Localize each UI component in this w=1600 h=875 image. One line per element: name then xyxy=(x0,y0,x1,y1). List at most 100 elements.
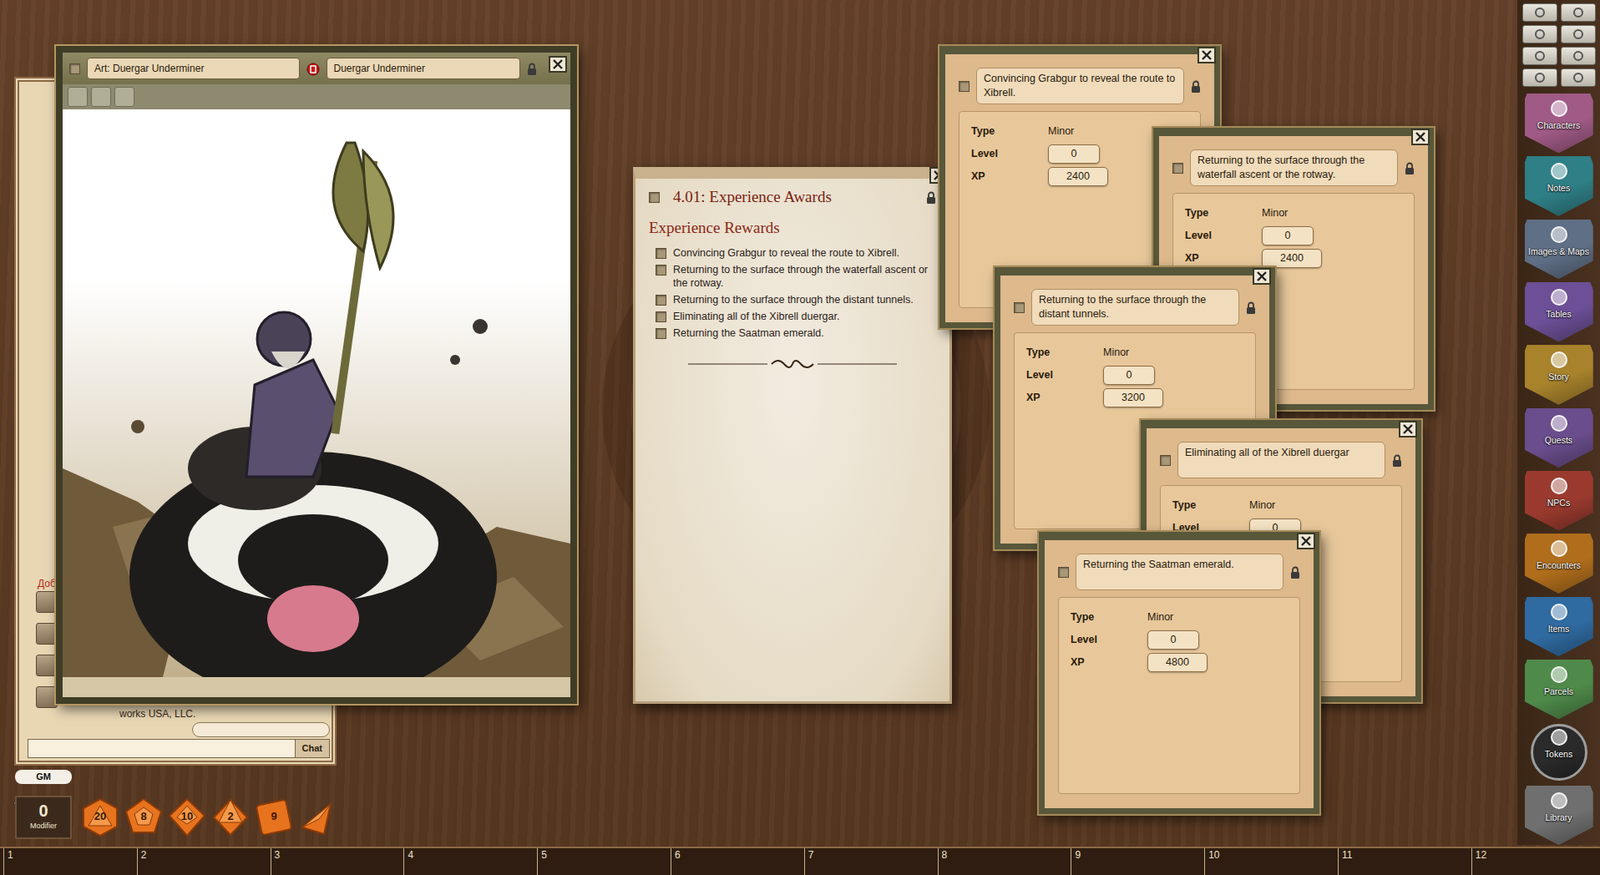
close-button[interactable] xyxy=(1197,46,1216,64)
sidebar-button[interactable]: Story xyxy=(1524,344,1594,405)
lock-icon[interactable] xyxy=(1404,157,1415,178)
tool-button-icon[interactable] xyxy=(1560,25,1596,44)
checkbox[interactable] xyxy=(1013,302,1025,314)
quest-window[interactable]: Returning the Saatman emerald.TypeMinorL… xyxy=(1038,531,1320,815)
tool-button-icon[interactable] xyxy=(1522,46,1558,66)
sidebar-button[interactable]: Images & Maps xyxy=(1524,219,1594,279)
xp-field[interactable]: 3200 xyxy=(1103,388,1164,408)
quest-title[interactable]: Returning to the surface through the wat… xyxy=(1189,149,1398,187)
close-button[interactable] xyxy=(1296,532,1316,550)
level-field[interactable]: 0 xyxy=(1048,144,1100,164)
sidebar-button[interactable]: Library xyxy=(1524,785,1594,846)
ruler-tick: 1 xyxy=(3,848,14,875)
close-button[interactable] xyxy=(1411,128,1430,146)
sidebar-button[interactable]: Tables xyxy=(1524,282,1594,342)
sidebar-button[interactable]: NPCs xyxy=(1524,470,1594,531)
link-icon[interactable] xyxy=(306,58,320,79)
sidebar-label: Story xyxy=(1524,371,1594,382)
quest-title[interactable]: Convincing Grabgur to reveal the route t… xyxy=(976,67,1185,105)
field-label: Level xyxy=(1026,367,1104,384)
xp-field[interactable]: 2400 xyxy=(1261,248,1322,269)
lock-icon[interactable] xyxy=(1245,297,1256,318)
chat-entry-icon[interactable] xyxy=(35,654,58,677)
lock-icon[interactable] xyxy=(1392,450,1403,471)
sidebar-button[interactable]: Tokens xyxy=(1524,722,1594,782)
die-face: 20 xyxy=(80,808,121,826)
close-button[interactable] xyxy=(1252,268,1271,285)
gm-label: GM xyxy=(15,769,72,785)
quest-title[interactable]: Returning to the surface through the dis… xyxy=(1031,288,1240,326)
reward-item[interactable]: Returning the Saatman emerald. xyxy=(655,326,930,340)
checkbox[interactable] xyxy=(648,192,660,203)
image-title-field[interactable]: Art: Duergar Underminer xyxy=(86,57,300,80)
chat-send-button[interactable]: Chat xyxy=(294,739,330,758)
modifier-box[interactable]: 0Modifier xyxy=(15,795,72,840)
quest-field-row: Level0 xyxy=(1184,224,1403,248)
xp-field[interactable]: 4800 xyxy=(1147,653,1208,673)
chat-entry-icon[interactable] xyxy=(35,591,58,613)
eraser-icon[interactable] xyxy=(114,86,135,107)
checkbox[interactable] xyxy=(958,81,970,92)
lock-icon[interactable] xyxy=(926,187,937,208)
art-illustration xyxy=(62,109,571,678)
die-d8-icon[interactable]: 2 xyxy=(210,797,251,838)
die-d6-icon[interactable]: 9 xyxy=(253,797,294,838)
checkbox[interactable] xyxy=(1058,567,1069,578)
tool-button-icon[interactable] xyxy=(1560,46,1596,66)
level-field[interactable]: 0 xyxy=(1261,226,1314,246)
reward-item[interactable]: Convincing Grabgur to reveal the route t… xyxy=(655,246,930,260)
tool-button-icon[interactable] xyxy=(1522,68,1558,87)
chat-entry-icon[interactable] xyxy=(35,686,58,709)
die-d10-icon[interactable]: 10 xyxy=(167,797,208,838)
tool-button-icon[interactable] xyxy=(1560,68,1596,87)
chat-entry-icon[interactable] xyxy=(35,622,58,645)
quest-title[interactable]: Returning the Saatman emerald. xyxy=(1075,553,1284,591)
reward-item[interactable]: Returning to the surface through the dis… xyxy=(655,293,930,307)
field-label: XP xyxy=(971,168,1049,185)
level-field[interactable]: 0 xyxy=(1103,365,1155,385)
mask-icon[interactable] xyxy=(67,86,88,107)
lock-icon[interactable] xyxy=(526,58,537,79)
field-label: XP xyxy=(1026,389,1104,406)
sidebar-button[interactable]: Characters xyxy=(1524,93,1594,153)
tool-button-icon[interactable] xyxy=(1522,25,1558,44)
tool-button-icon[interactable] xyxy=(1560,3,1596,22)
die-d20-icon[interactable]: 20 xyxy=(80,797,121,838)
reward-item[interactable]: Returning to the surface through the wat… xyxy=(655,263,930,290)
chat-mode-dropdown[interactable] xyxy=(192,722,330,738)
sidebar-button[interactable]: Quests xyxy=(1524,408,1594,468)
checkbox[interactable] xyxy=(655,248,667,259)
tool-button-icon[interactable] xyxy=(1522,3,1558,22)
sidebar-label: Images & Maps xyxy=(1524,246,1594,257)
image-window[interactable]: Art: Duergar Underminer Duergar Undermine… xyxy=(55,45,578,704)
reward-item[interactable]: Eliminating all of the Xibrell duergar. xyxy=(655,309,930,324)
sidebar-button[interactable]: Encounters xyxy=(1524,533,1594,593)
checkbox[interactable] xyxy=(1159,455,1171,466)
die-d12-icon[interactable]: 8 xyxy=(123,797,164,838)
close-button[interactable] xyxy=(548,55,568,73)
checkbox[interactable] xyxy=(655,328,667,340)
sidebar-button[interactable]: Parcels xyxy=(1524,659,1594,719)
reward-list: Convincing Grabgur to reveal the route t… xyxy=(635,246,950,340)
lock-icon[interactable] xyxy=(1190,75,1201,97)
die-d4-icon[interactable] xyxy=(297,797,338,838)
image-link-field[interactable]: Duergar Underminer xyxy=(326,57,522,80)
checkbox[interactable] xyxy=(69,63,81,75)
sidebar-button[interactable]: Notes xyxy=(1524,156,1594,216)
pencil-icon[interactable] xyxy=(91,86,112,107)
reward-text: Returning the Saatman emerald. xyxy=(673,326,825,340)
quest-field-row: TypeMinor xyxy=(1172,494,1390,517)
checkbox[interactable] xyxy=(655,264,667,276)
checkbox[interactable] xyxy=(655,294,667,306)
checkbox[interactable] xyxy=(655,311,667,323)
quest-title[interactable]: Eliminating all of the Xibrell duergar xyxy=(1177,441,1386,479)
xp-field[interactable]: 2400 xyxy=(1048,167,1109,187)
chat-input[interactable]: Chat xyxy=(27,739,330,759)
lock-icon[interactable] xyxy=(1290,562,1301,583)
quest-field-row: XP2400 xyxy=(1184,247,1403,270)
sidebar-button[interactable]: Items xyxy=(1524,597,1594,657)
close-button[interactable] xyxy=(1398,420,1418,438)
checkbox[interactable] xyxy=(1172,162,1184,174)
story-window[interactable]: 4.01: Experience AwardsExperience Reward… xyxy=(632,167,952,704)
level-field[interactable]: 0 xyxy=(1147,630,1200,650)
